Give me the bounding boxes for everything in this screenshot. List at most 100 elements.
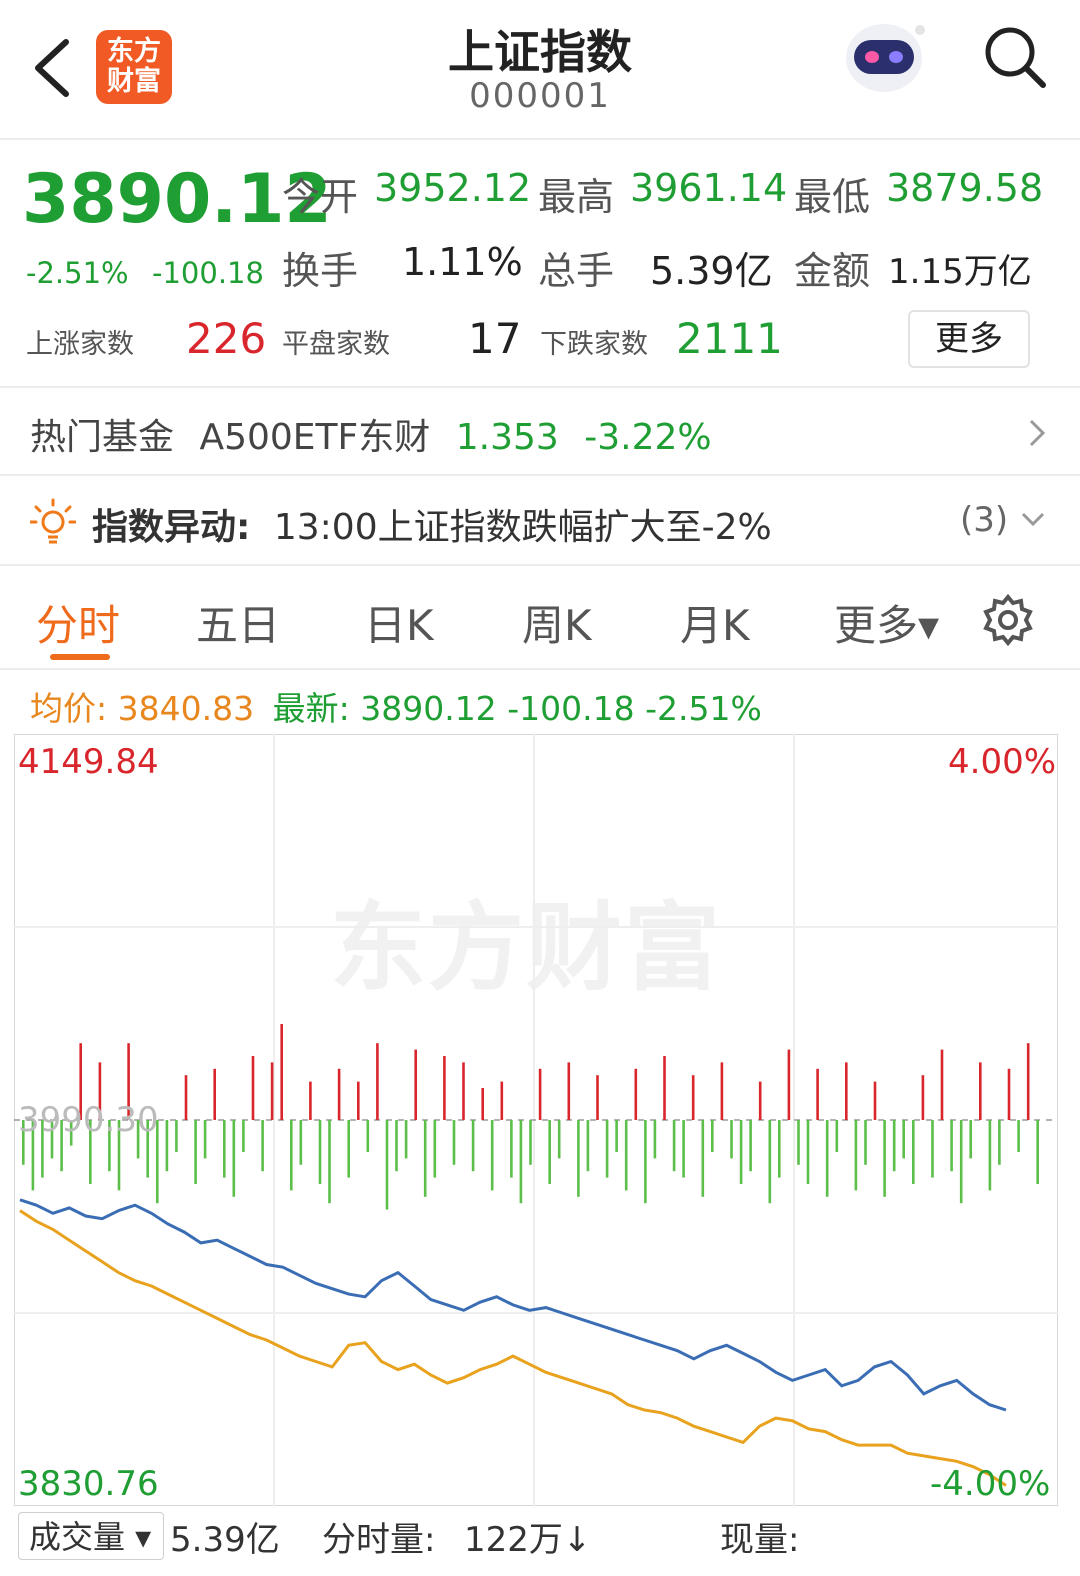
volume-bar [567,1062,571,1120]
volume-bar [443,1056,446,1120]
chevron-down-icon[interactable] [1020,508,1046,530]
volume-bar [691,1075,695,1120]
volume-bar [864,1120,867,1165]
hot-fund-row[interactable]: 热门基金 A500ETF东财 1.353 -3.22% [30,408,712,460]
low-label: 最低 [794,175,871,219]
volume-bar [634,1068,638,1120]
volume-bar [825,1120,829,1197]
robot-assistant-icon[interactable] [840,12,928,98]
pct-axis-min: -4.00% [930,1464,1051,1504]
volume-bar [921,1075,925,1120]
volume-bar [969,1120,972,1159]
volume-bar [586,1120,590,1172]
volume-bar [194,1120,197,1184]
hot-fund-name: A500ETF东财 [199,417,431,458]
volume-bar [385,1120,389,1210]
turnover-value: 1.11% [402,240,523,284]
up-count: 226 [186,314,267,363]
flat-count-label: 平盘家数 [282,329,390,360]
volume-bar [682,1120,685,1178]
volume-bar [624,1120,628,1191]
volume-bar [835,1120,839,1152]
avg-price-line [19,1209,1007,1487]
index-alert[interactable]: 指数异动: 13:00上证指数跌幅扩大至-2% [92,498,772,550]
minute-volume-label: 分时量: [322,1520,436,1560]
volume-bar [232,1120,236,1197]
pct-axis-max: 4.00% [948,742,1057,782]
volume-bar [806,1120,810,1184]
tab-daily-k[interactable]: 日K [364,592,434,653]
volume-bar [1017,1120,1020,1152]
volume-bar [481,1088,484,1120]
divider [0,386,1080,388]
volume-bar [711,1120,714,1152]
volume-bar [366,1120,370,1152]
tab-intraday[interactable]: 分时 [36,592,120,653]
hot-fund-change: -3.22% [584,417,712,458]
volume-bar [720,1062,724,1120]
volume-bar [902,1120,905,1159]
volume-bar [414,1049,417,1120]
volume-bar [309,1081,312,1120]
volume-bar [959,1120,963,1204]
volume-bar [538,1068,542,1120]
volume-bar [873,1081,877,1120]
volume-bar [816,1068,819,1120]
volume-bar [548,1120,551,1184]
volume-bar [452,1120,456,1165]
logo-line-2: 财富 [107,66,161,97]
volume-total: 5.39亿 [170,1520,280,1560]
volume-bar [328,1120,331,1204]
volume-bar [223,1120,226,1178]
latest-percent: -2.51% [645,689,762,728]
avg-value: 3840.83 [117,689,255,728]
gear-icon[interactable] [982,594,1034,646]
volume-bar [318,1120,322,1184]
current-volume-label: 现量: [720,1520,800,1560]
intraday-chart-plot [14,734,1058,1506]
open-label: 今开 [282,175,359,219]
search-icon[interactable] [982,24,1048,90]
volume-bar [892,1120,896,1172]
volume-bar [749,1120,752,1172]
latest-change: -100.18 [507,689,635,728]
volume-indicator-dropdown[interactable]: 成交量 ▾ [18,1512,164,1560]
index-alert-label: 指数异动: [92,507,251,548]
change-amount: -100.18 [152,256,264,290]
avg-label: 均价: [30,689,108,728]
volume-bar [337,1068,341,1120]
volume-bar [644,1120,647,1204]
volume-bar [950,1120,953,1172]
volume-bar [290,1120,293,1191]
tab-weekly-k[interactable]: 周K [522,592,592,653]
amount-value: 1.15万亿 [888,252,1032,292]
hot-fund-price: 1.353 [455,417,559,458]
alert-count: (3) [960,500,1009,540]
volume-bar [203,1120,207,1159]
volume-bar [299,1120,303,1165]
volume-bar [605,1120,609,1178]
volume-bar [357,1081,360,1120]
volume-bar [797,1120,800,1165]
volume-bar [395,1120,398,1172]
volume-bar [1036,1120,1039,1184]
back-arrow-icon[interactable] [30,38,74,98]
lightbulb-icon [30,498,76,544]
volume-bar [663,1056,666,1120]
flat-count: 17 [468,314,522,363]
price-line [19,1198,1007,1412]
volume-bar [280,1024,283,1120]
tab-more[interactable]: 更多▾ [834,592,939,653]
volume-bar [672,1120,676,1172]
chevron-right-icon [1029,419,1046,447]
tab-five-day[interactable]: 五日 [196,592,280,653]
index-alert-text: 13:00上证指数跌幅扩大至-2% [273,507,772,548]
open-value: 3952.12 [374,166,532,210]
volume-bar [1007,1068,1011,1120]
volume-bar [577,1120,580,1197]
volume-bar [701,1120,705,1197]
more-button[interactable]: 更多 [908,310,1030,368]
volume-bar [175,1120,178,1152]
tab-monthly-k[interactable]: 月K [680,592,750,653]
volume-bar [529,1120,532,1165]
